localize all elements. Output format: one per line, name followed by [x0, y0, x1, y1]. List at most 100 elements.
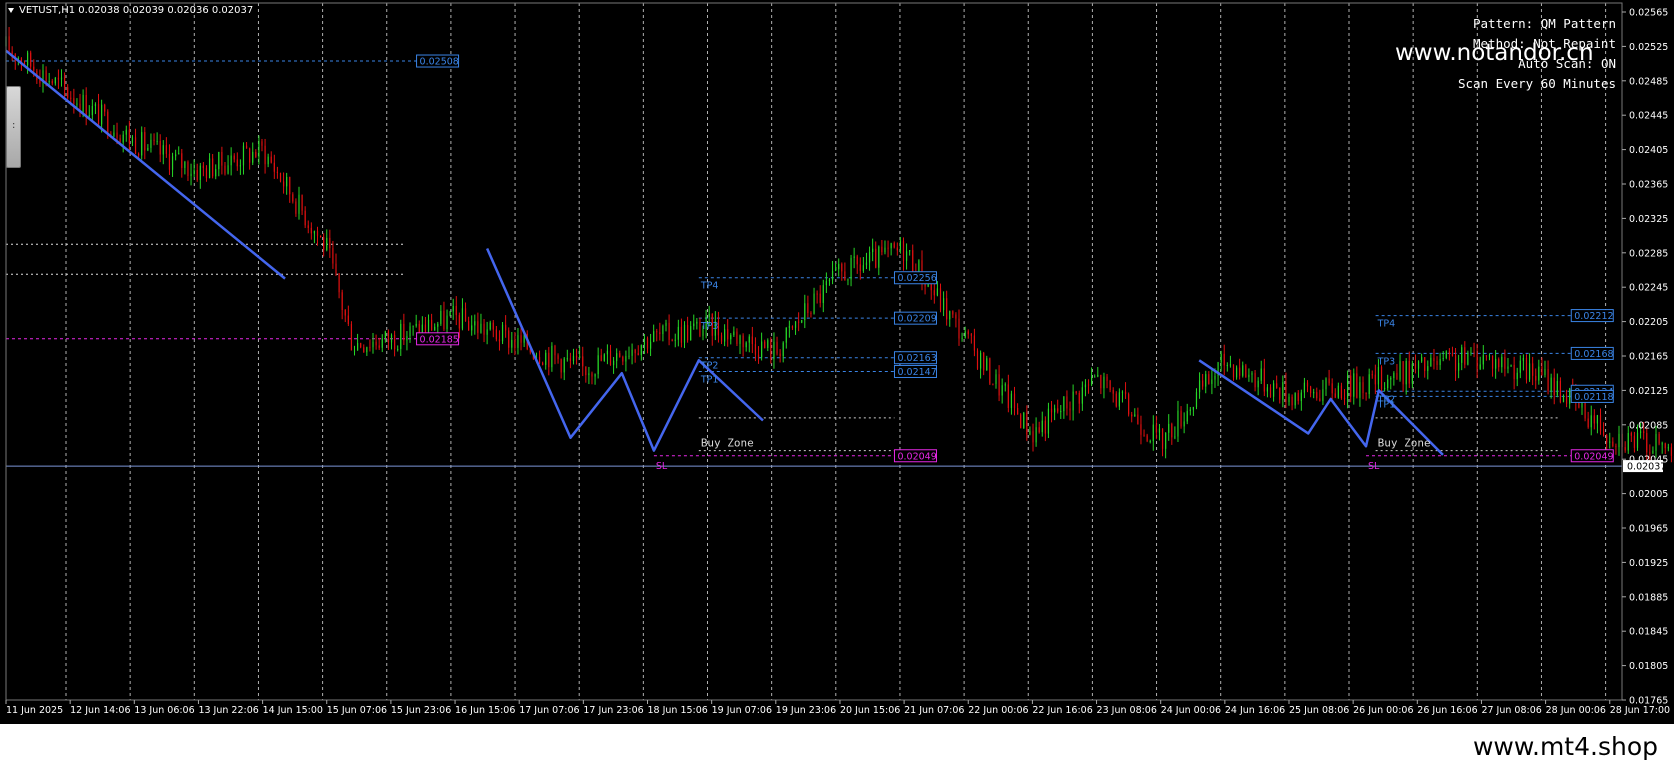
candle-body: [1285, 382, 1287, 402]
candle-body: [1445, 351, 1447, 359]
candle-body: [1532, 363, 1534, 376]
candle-body: [1371, 374, 1373, 376]
candle-body: [292, 194, 294, 202]
candle-body: [270, 156, 272, 163]
y-tick-label: 0.02485: [1629, 76, 1668, 87]
candle-body: [1470, 352, 1472, 354]
candle-body: [905, 251, 908, 261]
candle-body: [1384, 388, 1386, 390]
candle-body: [1152, 424, 1154, 442]
candle-body: [424, 324, 427, 332]
y-tick-label: 0.02165: [1629, 352, 1668, 363]
candle-body: [995, 374, 997, 384]
candle-body: [779, 353, 781, 357]
candle-body: [1322, 389, 1324, 401]
level-price-label: 0.02168: [1574, 349, 1613, 360]
candle-body: [1624, 447, 1626, 451]
chart-shift-handle[interactable]: :: [6, 86, 21, 168]
candle-body: [332, 248, 334, 264]
candle-body: [1454, 355, 1457, 371]
dropdown-triangle-icon[interactable]: [8, 7, 14, 13]
candle-body: [168, 153, 171, 170]
candle-body: [446, 315, 448, 330]
candle-body: [131, 137, 134, 143]
candle-body: [1362, 382, 1364, 394]
candle-body: [1279, 387, 1281, 400]
price-chart[interactable]: 0.02508 0.02185 0.02256 TP4 0.02209 TP3 0.0216…: [0, 0, 1674, 724]
info-scan-every: Scan Every 60 Minutes: [1458, 76, 1616, 91]
candle-body: [640, 345, 642, 356]
candle-body: [733, 331, 735, 336]
candle-body: [464, 308, 467, 322]
candle-body: [868, 252, 871, 263]
candle-body: [156, 140, 158, 142]
candle-body: [261, 141, 263, 146]
candle-body: [643, 337, 646, 346]
candle-body: [406, 336, 408, 341]
candle-body: [933, 290, 935, 296]
x-tick-label: 28 Jun 00:06: [1546, 705, 1606, 716]
candle-body: [1097, 374, 1099, 377]
candle-body: [1473, 352, 1475, 354]
candle-body: [245, 145, 248, 149]
candle-body: [1248, 374, 1250, 378]
candle-body: [1636, 432, 1639, 448]
level-price-label: 0.02163: [897, 353, 936, 364]
candle-body: [1414, 363, 1417, 369]
candle-body: [677, 326, 679, 340]
candle-body: [255, 151, 257, 157]
y-tick-label: 0.02085: [1629, 420, 1668, 431]
candle-body: [1439, 358, 1441, 365]
level-tag-tp4: TP4: [1377, 319, 1396, 330]
x-tick-label: 17 Jun 07:06: [519, 705, 579, 716]
candle-body: [1109, 380, 1111, 391]
symbol-header[interactable]: VETUST,H1 0.02038 0.02039 0.02036 0.0203…: [8, 5, 253, 16]
candle-body: [1633, 435, 1636, 448]
candle-body: [323, 237, 325, 251]
candle-body: [1054, 408, 1056, 413]
watermark-bottom: www.mt4.shop: [1472, 732, 1658, 761]
candle-body: [1078, 392, 1080, 404]
candle-body: [1029, 431, 1031, 435]
candle-body: [252, 151, 254, 163]
candle-body: [619, 353, 621, 357]
candle-body: [1038, 427, 1040, 433]
candle-body: [1174, 436, 1176, 438]
candle-body: [1294, 393, 1296, 406]
candle-body: [1411, 363, 1413, 384]
candle-body: [1220, 353, 1222, 363]
candle-body: [1646, 432, 1648, 453]
candle-body: [1599, 415, 1602, 432]
y-tick-label: 0.02005: [1629, 489, 1668, 500]
y-tick-label: 0.02245: [1629, 283, 1668, 294]
candle-body: [545, 352, 547, 365]
candle-body: [1300, 392, 1302, 402]
x-tick-label: 13 Jun 06:06: [134, 705, 194, 716]
candle-body: [1488, 355, 1491, 357]
candle-body: [1507, 366, 1509, 369]
candle-body: [1254, 373, 1256, 388]
x-tick-label: 24 Jun 16:06: [1225, 705, 1285, 716]
level-price-label: 0.02209: [897, 314, 936, 325]
candle-body: [1118, 392, 1120, 407]
candle-body: [1346, 375, 1349, 399]
level-tag-tp4: TP4: [700, 281, 719, 292]
candle-body: [828, 279, 831, 282]
candle-body: [1328, 378, 1330, 384]
candle-body: [1202, 380, 1204, 387]
candle-body: [1615, 446, 1617, 448]
candle-body: [122, 134, 124, 143]
x-tick-label: 11 Jun 2025: [6, 705, 63, 716]
candle-body: [483, 323, 485, 335]
candle-body: [1229, 364, 1232, 366]
candle-body: [1069, 408, 1071, 411]
candle-body: [575, 355, 578, 358]
candle-body: [1035, 427, 1037, 443]
level-tag-tp2: TP2: [700, 361, 719, 372]
candle-body: [1232, 364, 1235, 378]
candle-body: [1004, 384, 1006, 386]
candle-body: [1476, 352, 1478, 369]
candle-body: [1387, 379, 1389, 389]
candle-body: [946, 298, 948, 320]
candle-body: [88, 115, 90, 117]
